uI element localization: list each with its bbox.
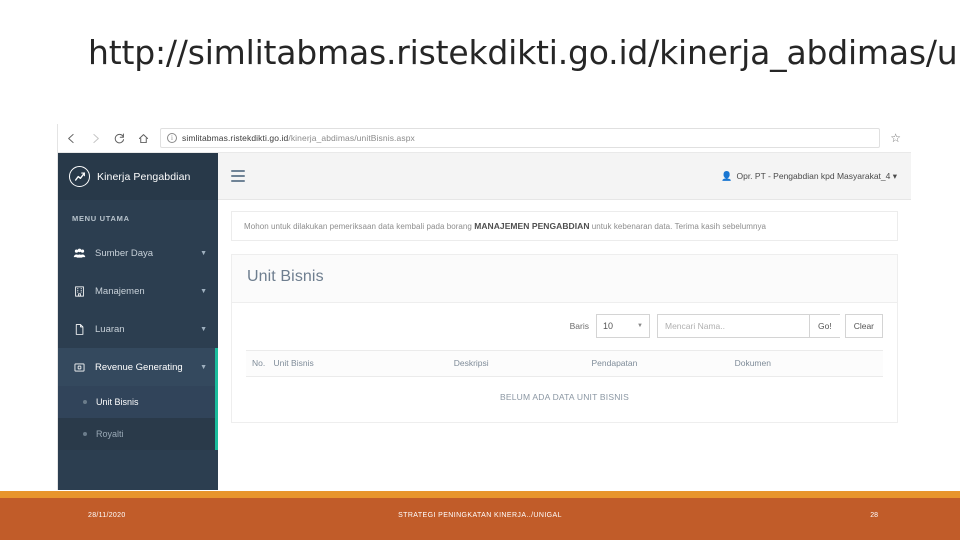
unit-bisnis-table: No. Unit Bisnis Deskripsi Pendapatan Dok… bbox=[246, 350, 883, 422]
url-text: simlitabmas.ristekdikti.go.id/kinerja_ab… bbox=[182, 133, 415, 143]
table-body: BELUM ADA DATA UNIT BISNIS bbox=[246, 377, 883, 423]
unit-bisnis-panel: Unit Bisnis Baris 10 ▼ Mencari Nama.. Go… bbox=[231, 254, 898, 423]
sidebar-item-manajemen[interactable]: Manajemen ▼ bbox=[58, 272, 218, 310]
footer-page-number: 28 bbox=[870, 512, 878, 519]
slide-title: http://simlitabmas.ristekdikti.go.id/kin… bbox=[88, 33, 960, 72]
content-area: 👤 Opr. PT - Pengabdian kpd Masyarakat_4 … bbox=[218, 153, 911, 490]
browser-screenshot: i simlitabmas.ristekdikti.go.id/kinerja_… bbox=[57, 124, 911, 490]
sidebar-item-label: Sumber Daya bbox=[95, 247, 154, 259]
notice-text-before: Mohon untuk dilakukan pemeriksaan data k… bbox=[244, 222, 475, 231]
money-card-icon bbox=[72, 361, 86, 374]
page-title: Unit Bisnis bbox=[247, 268, 324, 285]
clear-button[interactable]: Clear bbox=[844, 314, 883, 338]
column-header-no[interactable]: No. bbox=[246, 350, 274, 377]
topbar: 👤 Opr. PT - Pengabdian kpd Masyarakat_4 … bbox=[218, 153, 911, 200]
slide-footer: 28/11/2020 STRATEGI PENINGKATAN KINERJA.… bbox=[0, 498, 960, 540]
notice-text-after: untuk kebenaran data. Terima kasih sebel… bbox=[589, 222, 766, 231]
bullet-icon bbox=[83, 400, 87, 404]
sidebar-subitem-royalti[interactable]: Royalti bbox=[58, 418, 218, 450]
column-header-dokumen[interactable]: Dokumen bbox=[734, 350, 883, 377]
notice-emphasis: MANAJEMEN PENGABDIAN bbox=[474, 221, 590, 231]
brand-name: Kinerja Pengabdian bbox=[97, 170, 191, 183]
page-body: Mohon untuk dilakukan pemeriksaan data k… bbox=[218, 200, 911, 490]
home-icon[interactable] bbox=[136, 131, 151, 146]
sidebar-subitem-unit-bisnis[interactable]: Unit Bisnis bbox=[58, 386, 218, 418]
table-empty-row: BELUM ADA DATA UNIT BISNIS bbox=[246, 377, 883, 423]
user-icon: 👤 bbox=[721, 170, 733, 181]
sidebar-subitem-label: Unit Bisnis bbox=[96, 397, 139, 407]
slide: http://simlitabmas.ristekdikti.go.id/kin… bbox=[0, 0, 960, 540]
sidebar-item-label: Manajemen bbox=[95, 285, 145, 297]
column-header-unit-bisnis[interactable]: Unit Bisnis bbox=[273, 350, 454, 377]
users-group-icon bbox=[72, 247, 86, 260]
sidebar-item-label: Luaran bbox=[95, 323, 125, 335]
forward-arrow-icon[interactable] bbox=[88, 131, 103, 146]
chevron-down-icon: ▼ bbox=[200, 287, 207, 295]
search-input[interactable]: Mencari Nama.. bbox=[656, 314, 809, 338]
sidebar-subitem-label: Royalti bbox=[96, 429, 124, 439]
back-arrow-icon[interactable] bbox=[64, 131, 79, 146]
file-icon bbox=[72, 323, 86, 336]
footer-accent-stripe bbox=[0, 491, 960, 498]
empty-state-message: BELUM ADA DATA UNIT BISNIS bbox=[500, 392, 629, 402]
sidebar-item-revenue-generating[interactable]: Revenue Generating ▼ bbox=[58, 348, 218, 386]
sidebar-heading: MENU UTAMA bbox=[72, 214, 130, 223]
go-button[interactable]: Go! bbox=[808, 314, 840, 338]
sidebar-item-label: Revenue Generating bbox=[95, 361, 183, 373]
rows-label: Baris bbox=[569, 321, 589, 331]
table-head: No. Unit Bisnis Deskripsi Pendapatan Dok… bbox=[246, 350, 883, 377]
hamburger-menu-icon[interactable] bbox=[231, 169, 245, 183]
bullet-icon bbox=[83, 432, 87, 436]
column-header-deskripsi[interactable]: Deskripsi bbox=[453, 350, 592, 377]
url-domain: simlitabmas.ristekdikti.go.id bbox=[182, 133, 289, 143]
chevron-down-icon: ▼ bbox=[200, 325, 207, 333]
column-header-pendapatan[interactable]: Pendapatan bbox=[591, 350, 735, 377]
info-circle-icon[interactable]: i bbox=[167, 133, 177, 143]
star-bookmark-icon[interactable]: ☆ bbox=[890, 132, 901, 144]
browser-nav-buttons bbox=[64, 131, 151, 146]
chevron-down-icon: ▼ bbox=[200, 249, 207, 257]
chevron-down-icon: ▼ bbox=[637, 323, 643, 329]
user-label: Opr. PT - Pengabdian kpd Masyarakat_4 ▾ bbox=[736, 170, 897, 181]
user-menu[interactable]: 👤 Opr. PT - Pengabdian kpd Masyarakat_4 … bbox=[721, 171, 897, 182]
sidebar-item-luaran[interactable]: Luaran ▼ bbox=[58, 310, 218, 348]
address-bar[interactable]: i simlitabmas.ristekdikti.go.id/kinerja_… bbox=[160, 128, 881, 148]
reload-icon[interactable] bbox=[112, 131, 127, 146]
panel-header: Unit Bisnis bbox=[232, 255, 897, 302]
app-window: Kinerja Pengabdian MENU UTAMA Sumber Day… bbox=[58, 153, 911, 490]
notice-banner: Mohon untuk dilakukan pemeriksaan data k… bbox=[231, 211, 898, 241]
chevron-down-icon: ▼ bbox=[200, 363, 207, 371]
brand[interactable]: Kinerja Pengabdian bbox=[58, 153, 218, 200]
chart-line-circle-icon bbox=[69, 166, 90, 187]
url-path: /kinerja_abdimas/unitBisnis.aspx bbox=[288, 133, 415, 143]
table-header-row: No. Unit Bisnis Deskripsi Pendapatan Dok… bbox=[246, 350, 883, 377]
panel-body: Baris 10 ▼ Mencari Nama.. Go! Clear No. … bbox=[232, 302, 897, 422]
rows-per-page-value: 10 bbox=[602, 321, 613, 331]
sidebar: Kinerja Pengabdian MENU UTAMA Sumber Day… bbox=[58, 153, 218, 490]
search-placeholder: Mencari Nama.. bbox=[664, 321, 725, 331]
browser-chrome: i simlitabmas.ristekdikti.go.id/kinerja_… bbox=[58, 124, 911, 153]
table-toolbar: Baris 10 ▼ Mencari Nama.. Go! Clear bbox=[246, 314, 883, 350]
building-icon bbox=[72, 285, 86, 298]
footer-center-text: STRATEGI PENINGKATAN KINERJA../UNIGAL bbox=[398, 512, 562, 519]
rows-per-page-select[interactable]: 10 ▼ bbox=[595, 314, 650, 338]
sidebar-item-sumber-daya[interactable]: Sumber Daya ▼ bbox=[58, 234, 218, 272]
